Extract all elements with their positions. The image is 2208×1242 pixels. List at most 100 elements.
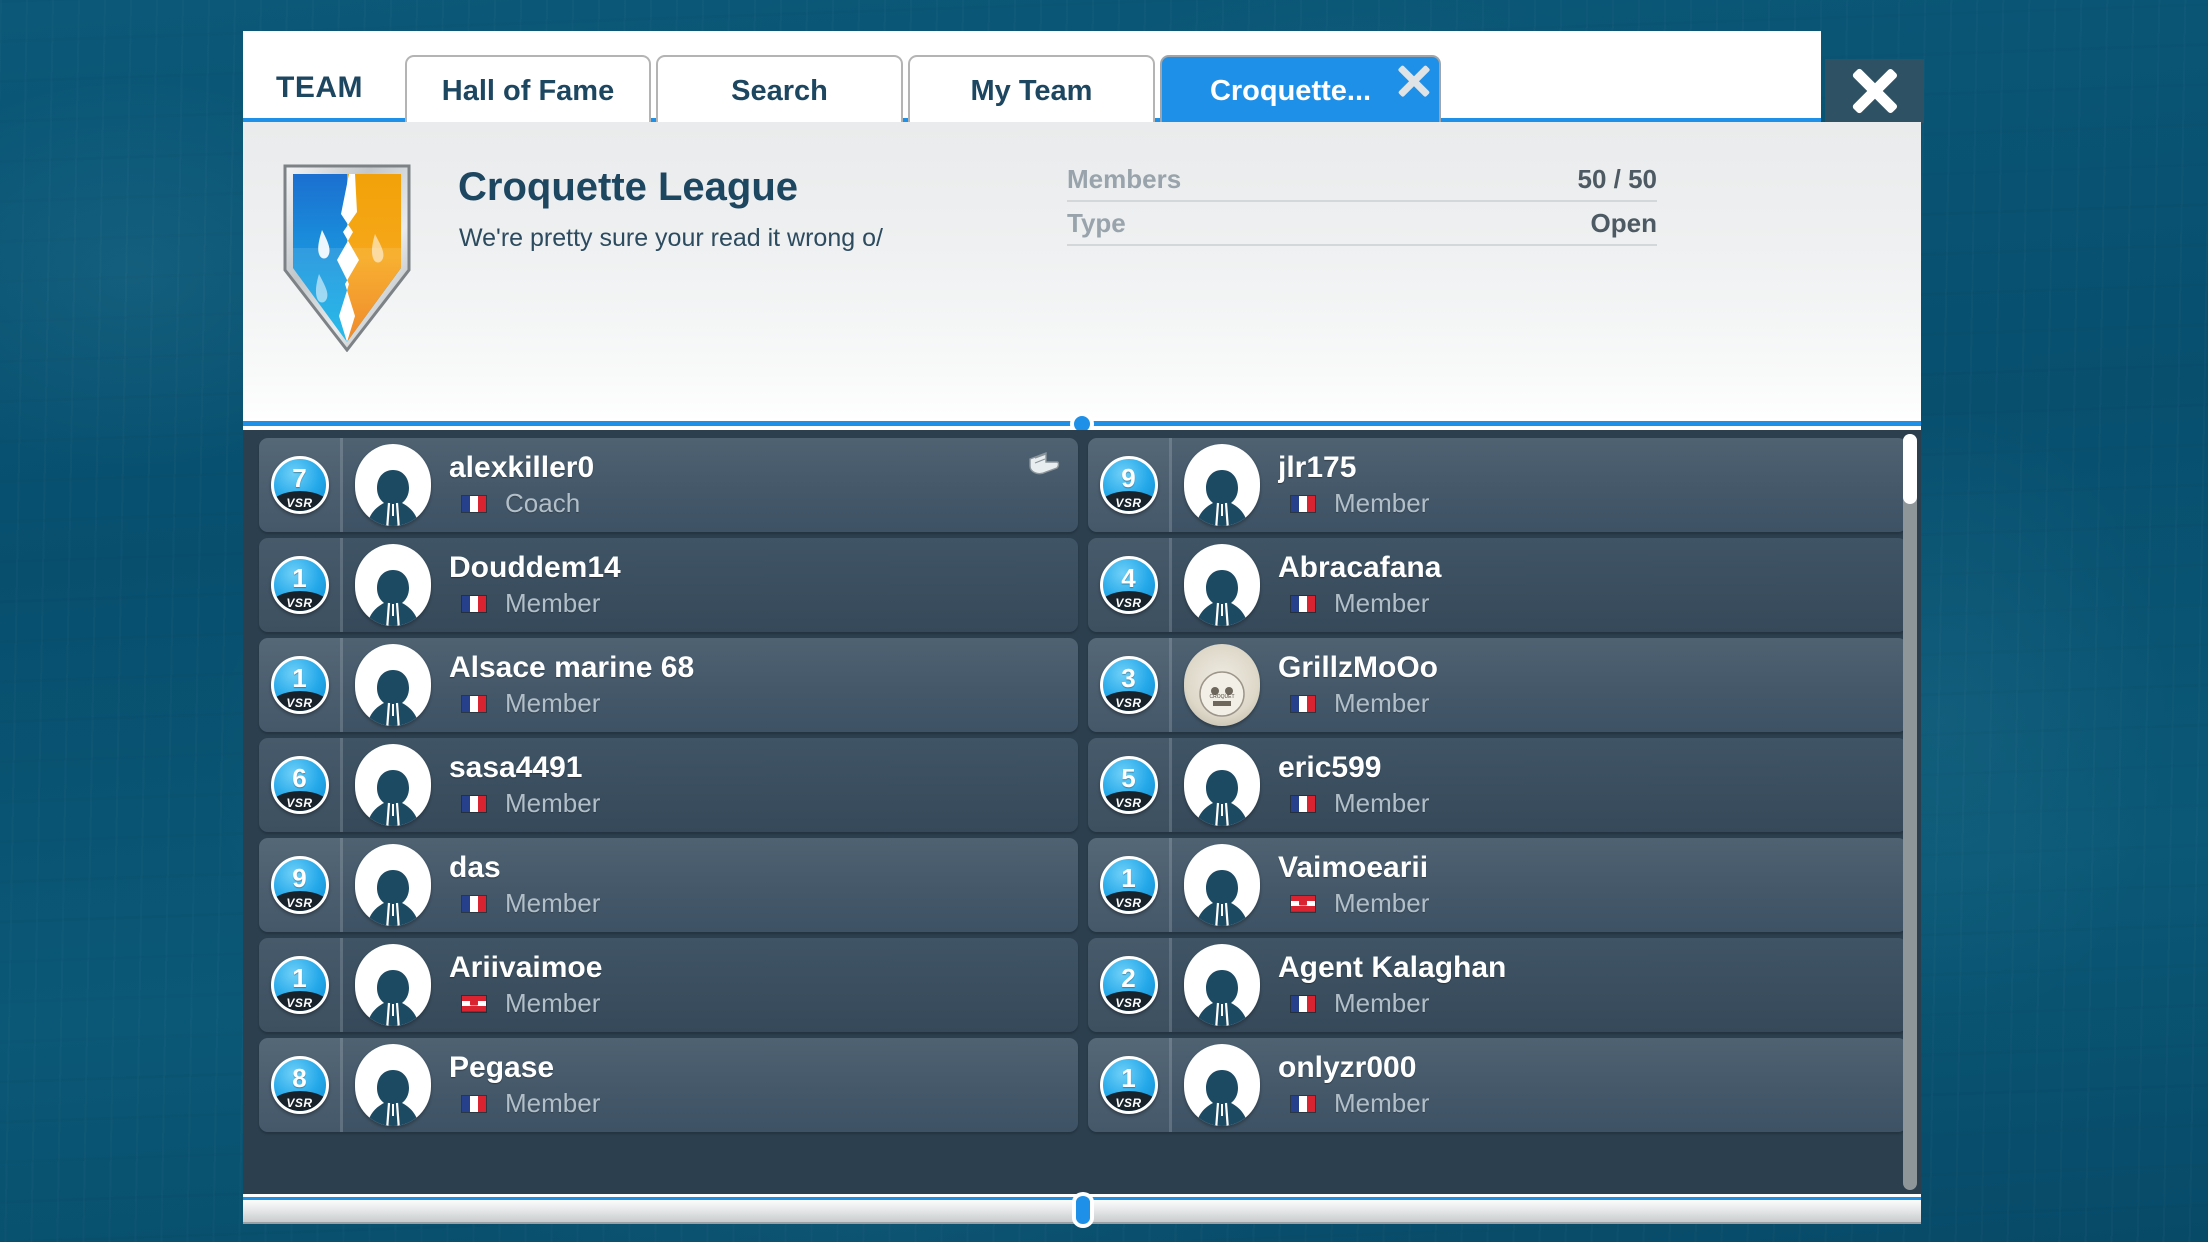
info-type-value: Open: [1590, 207, 1657, 238]
close-icon: [1852, 68, 1898, 114]
info-members-key: Members: [1067, 163, 1182, 194]
vsr-rank-badge-icon: 3 VSR: [1099, 656, 1158, 714]
vsr-rank-number: 9: [1121, 463, 1136, 493]
tab-search[interactable]: Search: [656, 55, 903, 126]
member-role: Member: [1334, 588, 1430, 618]
member-name: sasa4491: [449, 751, 583, 784]
member-rank-badge-cell: 9 VSR: [259, 838, 343, 932]
vsr-rank-number: 1: [292, 963, 307, 993]
window-close-button[interactable]: [1825, 59, 1924, 123]
flag-icon-france: [1290, 794, 1316, 813]
info-members-value: 50 / 50: [1577, 163, 1657, 194]
member-avatar-cell: [343, 438, 435, 532]
member-meta: Member: [1278, 888, 1907, 919]
member-row[interactable]: 9 VSR jlr175 Member: [1088, 438, 1907, 532]
vsr-rank-badge-icon: 2 VSR: [1099, 956, 1158, 1014]
member-list-panel[interactable]: 7 VSR alexkiller0 Coach 9 VSR jlr175 Mem…: [243, 430, 1921, 1194]
member-rank-badge-cell: 1 VSR: [259, 538, 343, 632]
member-meta: Member: [1278, 588, 1907, 619]
member-role: Member: [505, 988, 601, 1018]
member-row[interactable]: 2 VSR Agent Kalaghan Member: [1088, 938, 1907, 1032]
vsr-label: VSR: [1102, 1091, 1155, 1111]
member-row[interactable]: 1 VSR Vaimoearii Member: [1088, 838, 1907, 932]
vsr-rank-badge-icon: 1 VSR: [270, 656, 329, 714]
flag-icon-france: [1290, 494, 1316, 513]
vsr-rank-number: 5: [1121, 763, 1136, 793]
avatar: [355, 844, 431, 926]
member-meta: Member: [1278, 988, 1907, 1019]
member-list-scrollbar-thumb[interactable]: [1903, 434, 1917, 504]
tab-hall-of-fame[interactable]: Hall of Fame: [405, 55, 651, 126]
avatar: [1184, 944, 1260, 1026]
avatar: [355, 444, 431, 526]
member-info: Douddem14 Member: [435, 538, 1078, 632]
panel-resize-handle-bottom[interactable]: [1072, 1192, 1094, 1228]
member-row[interactable]: 1 VSR Alsace marine 68 Member: [259, 638, 1078, 732]
member-row[interactable]: 1 VSR Ariivaimoe Member: [259, 938, 1078, 1032]
member-name: Abracafana: [1278, 551, 1442, 584]
member-meta: Member: [449, 988, 1078, 1019]
member-rank-badge-cell: 1 VSR: [1088, 838, 1172, 932]
tab-croquette-league[interactable]: Croquette...: [1160, 55, 1441, 126]
member-row[interactable]: 8 VSR Pegase Member: [259, 1038, 1078, 1132]
info-row-type: Type Open: [1067, 202, 1657, 246]
member-row[interactable]: 7 VSR alexkiller0 Coach: [259, 438, 1078, 532]
tab-bar: TEAM Hall of Fame Search My Team Croquet…: [243, 31, 1821, 126]
member-row[interactable]: 4 VSR Abracafana Member: [1088, 538, 1907, 632]
member-meta: Coach: [449, 488, 1078, 519]
member-meta: Member: [1278, 788, 1907, 819]
member-info: Abracafana Member: [1264, 538, 1907, 632]
vsr-label: VSR: [1102, 691, 1155, 711]
member-role: Member: [1334, 888, 1430, 918]
member-meta: Member: [1278, 488, 1907, 519]
member-avatar-cell: CROQUET: [1172, 638, 1264, 732]
flag-icon-france: [461, 794, 487, 813]
member-rank-badge-cell: 3 VSR: [1088, 638, 1172, 732]
vsr-label: VSR: [273, 991, 326, 1011]
member-meta: Member: [449, 788, 1078, 819]
vsr-rank-badge-icon: 1 VSR: [1099, 856, 1158, 914]
member-row[interactable]: 5 VSR eric599 Member: [1088, 738, 1907, 832]
member-list-scrollbar-track[interactable]: [1903, 434, 1917, 1190]
member-avatar-cell: [343, 638, 435, 732]
info-row-members: Members 50 / 50: [1067, 158, 1657, 202]
flag-icon-france: [1290, 594, 1316, 613]
vsr-rank-badge-icon: 9 VSR: [1099, 456, 1158, 514]
flag-icon-france: [461, 594, 487, 613]
vsr-label: VSR: [273, 591, 326, 611]
team-window: TEAM Hall of Fame Search My Team Croquet…: [243, 31, 1924, 1228]
vsr-label: VSR: [1102, 591, 1155, 611]
member-role: Member: [1334, 788, 1430, 818]
member-rank-badge-cell: 7 VSR: [259, 438, 343, 532]
vsr-rank-badge-icon: 4 VSR: [1099, 556, 1158, 614]
member-name: Agent Kalaghan: [1278, 951, 1507, 984]
member-meta: Member: [449, 688, 1078, 719]
member-name: Douddem14: [449, 551, 621, 584]
member-meta: Member: [449, 888, 1078, 919]
member-meta: Member: [449, 588, 1078, 619]
member-avatar-cell: [1172, 838, 1264, 932]
tab-my-team-label: My Team: [970, 75, 1093, 107]
member-row[interactable]: 9 VSR das Member: [259, 838, 1078, 932]
member-list-grid: 7 VSR alexkiller0 Coach 9 VSR jlr175 Mem…: [243, 430, 1921, 1132]
vsr-label: VSR: [273, 491, 326, 511]
member-meta: Member: [1278, 688, 1907, 719]
tab-my-team[interactable]: My Team: [908, 55, 1155, 126]
close-icon[interactable]: [1399, 66, 1429, 96]
member-row[interactable]: 6 VSR sasa4491 Member: [259, 738, 1078, 832]
team-motto: We're pretty sure your read it wrong o/: [459, 224, 883, 252]
team-emblem-icon: [275, 156, 419, 353]
vsr-label: VSR: [273, 1091, 326, 1111]
member-row[interactable]: 3 VSR CROQUET GrillzMoOo Member: [1088, 638, 1907, 732]
member-row[interactable]: 1 VSR Douddem14 Member: [259, 538, 1078, 632]
avatar: CROQUET: [1184, 644, 1260, 726]
flag-icon-france: [1290, 1094, 1316, 1113]
vsr-label: VSR: [273, 691, 326, 711]
flag-icon-france: [1290, 694, 1316, 713]
member-row[interactable]: 1 VSR onlyzr000 Member: [1088, 1038, 1907, 1132]
member-name: alexkiller0: [449, 451, 595, 484]
member-info: onlyzr000 Member: [1264, 1038, 1907, 1132]
member-avatar-cell: [1172, 738, 1264, 832]
vsr-rank-badge-icon: 5 VSR: [1099, 756, 1158, 814]
vsr-rank-number: 2: [1121, 963, 1136, 993]
